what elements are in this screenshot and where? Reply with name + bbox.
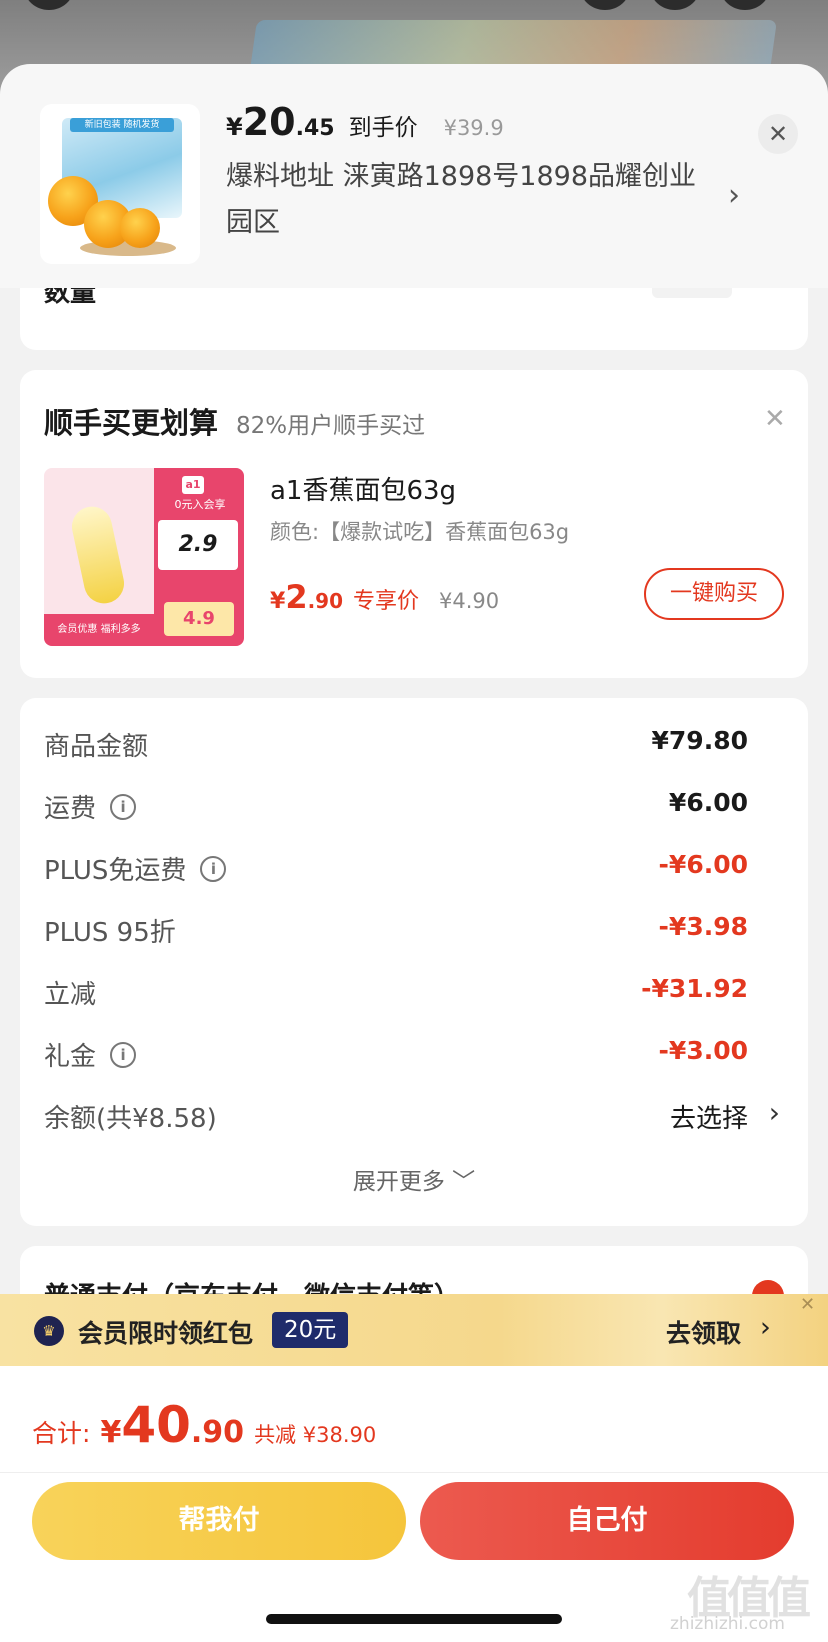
recommend-product-spec: 颜色:【爆款试吃】香蕉面包63g	[270, 520, 570, 544]
total-symbol: ¥	[100, 1415, 122, 1450]
price-symbol: ¥	[226, 113, 243, 141]
more-button[interactable]	[720, 0, 770, 10]
summary-row: PLUS免运费 i -¥6.00	[20, 846, 808, 890]
summary-label: 运费 i	[44, 788, 137, 825]
box-label: 新旧包装 随机发货	[70, 118, 174, 132]
summary-value: -¥3.00	[658, 1036, 748, 1065]
summary-value: -¥31.92	[641, 974, 748, 1003]
balance-select[interactable]: 去选择	[670, 1098, 748, 1135]
claim-link[interactable]: 去领取	[666, 1314, 741, 1350]
recommend-price: ¥ 2 .90 专享价 ¥4.90	[270, 578, 499, 616]
original-price: ¥4.90	[439, 589, 500, 613]
share-button[interactable]	[580, 0, 630, 10]
recommend-close-icon[interactable]: ✕	[764, 404, 786, 434]
summary-value: ¥79.80	[651, 726, 748, 755]
summary-label: 商品金额	[44, 732, 149, 762]
summary-row: 运费 i ¥6.00	[20, 784, 808, 828]
product-thumbnail: 新旧包装 随机发货	[40, 104, 200, 264]
summary-row: PLUS 95折 -¥3.98	[20, 908, 808, 952]
summary-row: 礼金 i -¥3.00	[20, 1032, 808, 1076]
price-tag: 专享价	[353, 589, 420, 614]
recommend-subtitle: 82%用户顺手买过	[236, 413, 426, 439]
total-label: 合计:	[32, 1419, 91, 1448]
checkout-bar: 合计: ¥ 40 .90 共减 ¥38.90 帮我付 自己付 值值值 zhizh…	[0, 1366, 828, 1642]
price-integer: 2	[285, 578, 308, 616]
total-integer: 40	[121, 1396, 191, 1454]
chevron-right-icon[interactable]: ›	[728, 178, 740, 213]
price-decimal: .45	[295, 116, 335, 141]
chevron-right-icon[interactable]: ›	[769, 1096, 780, 1129]
close-button[interactable]: ✕	[758, 114, 798, 154]
home-indicator[interactable]	[266, 1614, 562, 1624]
summary-label: 余额(共¥8.58)	[44, 1104, 217, 1134]
chevron-right-icon[interactable]: ›	[760, 1312, 771, 1343]
info-icon[interactable]: i	[200, 855, 227, 882]
original-price: ¥39.9	[443, 116, 504, 140]
help-me-pay-button[interactable]: 帮我付	[32, 1482, 406, 1560]
price-integer: 20	[242, 100, 296, 144]
summary-value: -¥6.00	[658, 850, 748, 879]
total-amount: 合计: ¥ 40 .90 共减 ¥38.90	[32, 1396, 376, 1454]
expand-more-button[interactable]: 展开更多 ﹀	[20, 1162, 808, 1196]
summary-label: 立减	[44, 980, 97, 1010]
total-decimal: .90	[190, 1415, 245, 1450]
recommend-card: 顺手买更划算 82%用户顺手买过 ✕ a1 0元入会享 2.9 4.9 会员优惠…	[20, 370, 808, 678]
crown-icon: ♛	[34, 1316, 64, 1346]
summary-value: -¥3.98	[658, 912, 748, 941]
price-tag: 到手价	[348, 115, 418, 141]
recommend-product-image[interactable]: a1 0元入会享 2.9 4.9 会员优惠 福利多多	[44, 468, 244, 646]
member-red-packet-banner[interactable]: ♛ 会员限时领红包 20元 去领取 › ✕	[0, 1294, 828, 1366]
image-promo-text: 0元入会享	[174, 498, 226, 511]
info-icon[interactable]: i	[110, 793, 137, 820]
summary-row: 立减 -¥31.92	[20, 970, 808, 1014]
divider	[0, 1472, 828, 1473]
image-original-badge: 4.9	[164, 602, 234, 636]
image-bottom-text: 会员优惠 福利多多	[44, 614, 154, 646]
price-symbol: ¥	[270, 589, 286, 614]
watermark-url: zhizhizhi.com	[670, 1614, 785, 1634]
orange-image	[120, 208, 160, 248]
balance-row[interactable]: 余额(共¥8.58) 去选择 ›	[20, 1094, 808, 1138]
product-header-sheet: 新旧包装 随机发货 ¥ 20 .45 到手价 ¥39.9 爆料地址 涞寅路189…	[0, 64, 828, 288]
summary-row: 商品金额 ¥79.80	[20, 722, 808, 766]
price-decimal: .90	[307, 589, 344, 613]
summary-label: PLUS免运费 i	[44, 850, 227, 887]
brand-logo: a1	[182, 476, 204, 494]
red-packet-badge: 20元	[272, 1312, 349, 1348]
total-saved: 共减 ¥38.90	[254, 1423, 377, 1447]
recommend-product-name[interactable]: a1香蕉面包63g	[270, 470, 456, 507]
recommend-title: 顺手买更划算	[44, 406, 219, 440]
summary-label: 礼金 i	[44, 1036, 137, 1073]
address-text[interactable]: 爆料地址 涞寅路1898号1898品耀创业园区	[226, 154, 706, 246]
back-button[interactable]	[24, 0, 74, 10]
summary-label: PLUS 95折	[44, 918, 176, 948]
banner-text: 会员限时领红包	[78, 1319, 254, 1348]
banner-close-icon[interactable]: ✕	[800, 1294, 815, 1315]
pay-myself-button[interactable]: 自己付	[420, 1482, 794, 1560]
favorite-button[interactable]	[650, 0, 700, 10]
summary-value: ¥6.00	[668, 788, 748, 817]
header-price: ¥ 20 .45 到手价 ¥39.9	[226, 100, 504, 144]
info-icon[interactable]: i	[110, 1041, 137, 1068]
order-summary-card: 商品金额 ¥79.80 运费 i ¥6.00 PLUS免运费 i -¥6.00 PL…	[20, 698, 808, 1226]
image-member-price: 2.9	[158, 520, 238, 570]
one-click-buy-button[interactable]: 一键购买	[644, 568, 784, 620]
